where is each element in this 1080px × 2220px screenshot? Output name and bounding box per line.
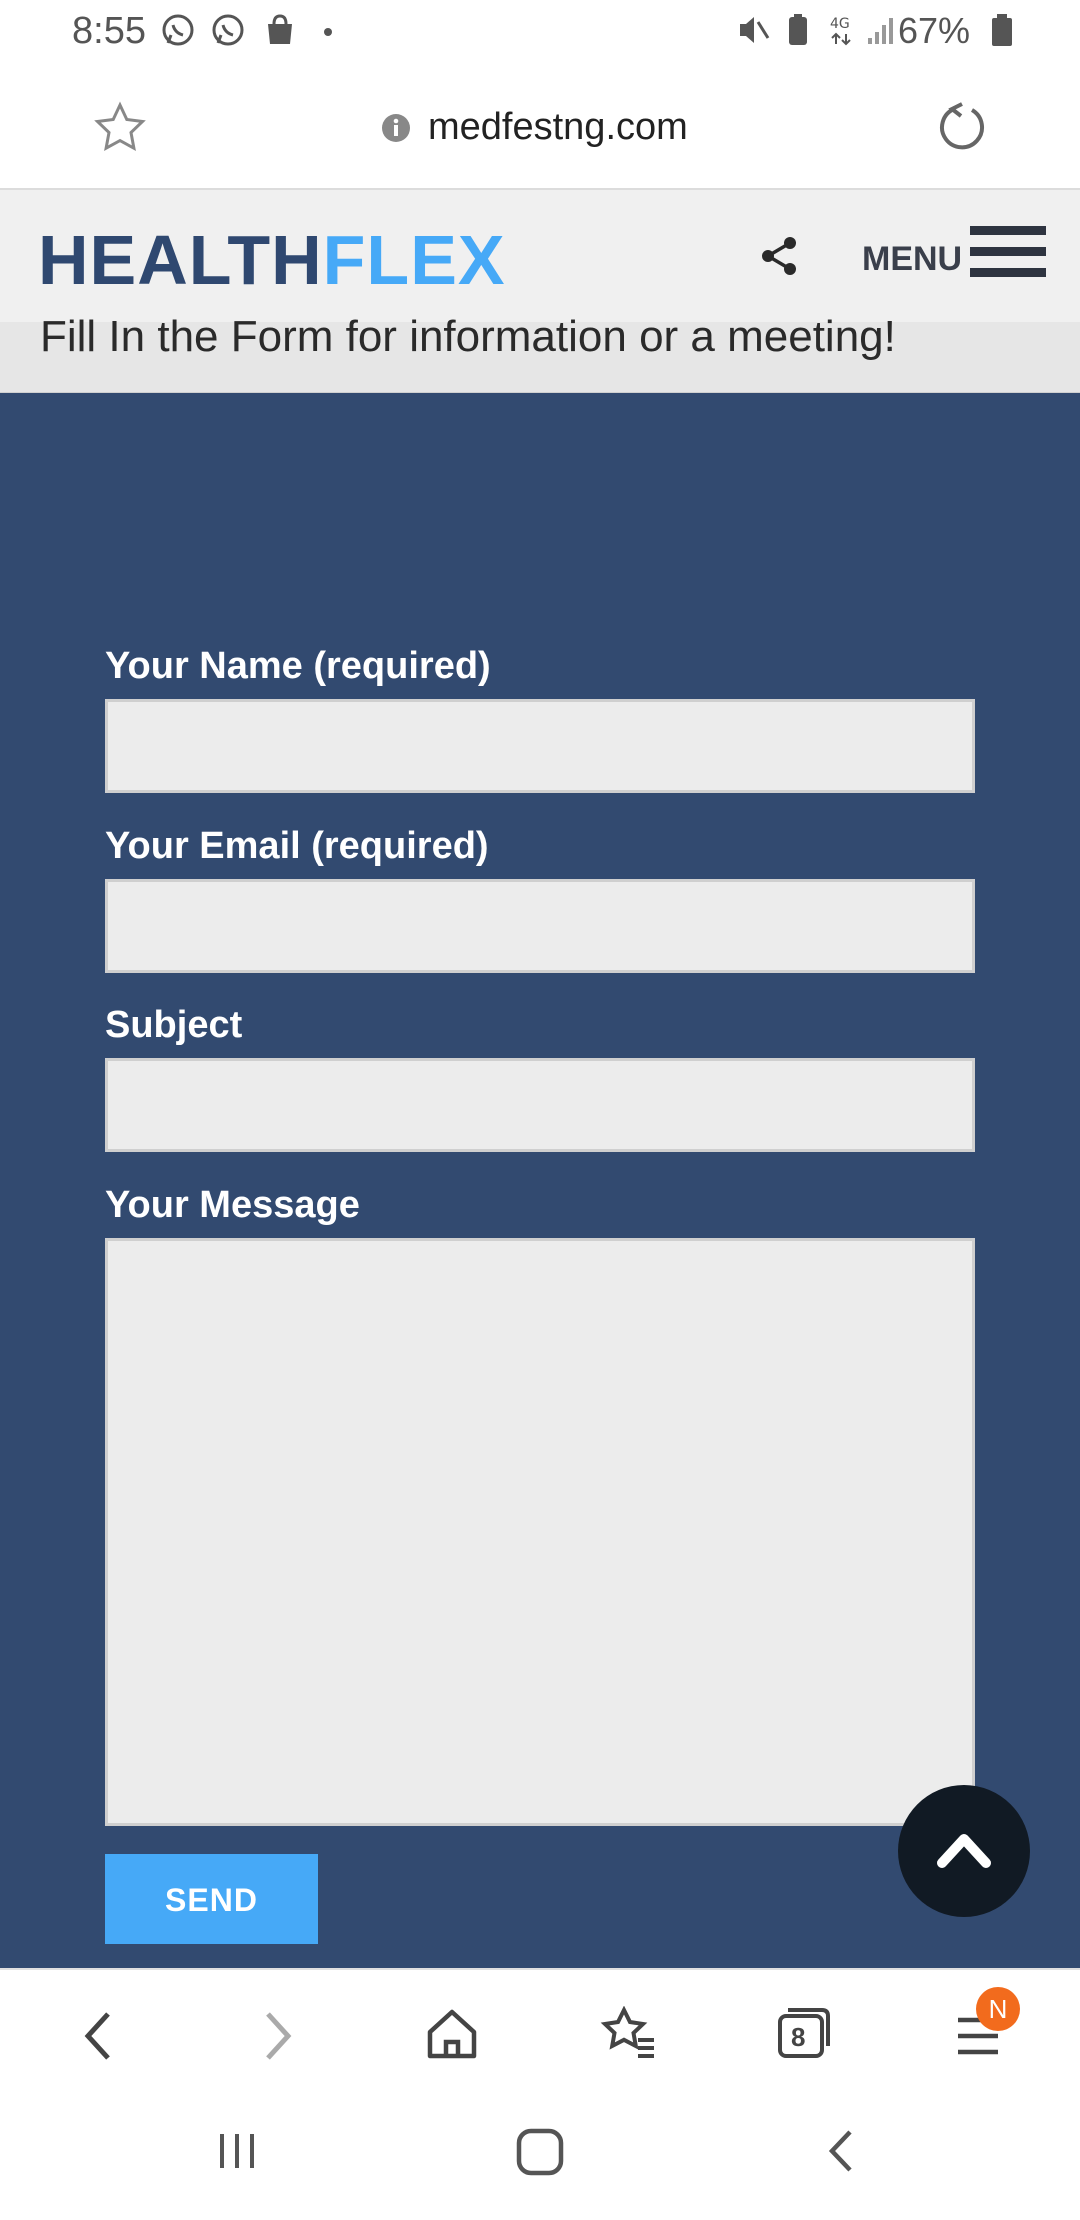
message-textarea[interactable] [105,1238,975,1826]
recent-apps-icon[interactable] [212,2126,262,2176]
logo-part-health: HEALTH [38,221,323,299]
bookmarks-icon[interactable] [598,2006,658,2062]
intro-banner: Fill In the Form for information or a me… [0,312,1080,393]
back-icon[interactable] [74,2008,124,2064]
mute-icon [740,17,770,43]
menu-label[interactable]: MENU [862,240,962,279]
scroll-to-top-button[interactable] [898,1785,1030,1917]
intro-text: Fill In the Form for information or a me… [40,312,896,361]
home-icon[interactable] [424,2006,480,2062]
url-text[interactable]: medfestng.com [428,106,688,149]
svg-text:4G: 4G [830,16,850,32]
hamburger-menu-icon[interactable] [968,222,1048,286]
email-label: Your Email (required) [105,825,489,867]
whatsapp-icon [212,14,244,46]
subject-input[interactable] [105,1058,975,1152]
browser-toolbar: 8 [0,1968,1080,2096]
site-header: HEALTHFLEX MENU [0,190,1080,322]
browser-url-bar: medfestng.com [0,66,1080,191]
home-nav-icon[interactable] [512,2124,568,2180]
battery-icon [992,14,1012,46]
name-label: Your Name (required) [105,645,491,687]
system-nav-bar [0,2094,1080,2220]
tabs-count: 8 [791,2022,806,2052]
dot-icon [324,28,332,36]
logo-part-flex: FLEX [322,221,506,299]
network-4g-icon: 4G [830,16,851,46]
bookmark-star-icon[interactable] [92,100,148,156]
email-input[interactable] [105,879,975,973]
subject-label: Subject [105,1004,243,1046]
healthflex-logo[interactable]: HEALTHFLEX [38,220,506,300]
back-nav-icon[interactable] [820,2126,864,2176]
send-button[interactable]: SEND [105,1854,318,1944]
signal-icon [868,18,893,44]
share-icon[interactable] [758,234,802,278]
site-info-icon[interactable] [380,112,412,144]
status-bar: 8:55 4G 67% [0,0,1080,66]
battery-saver-icon [789,14,807,45]
message-label: Your Message [105,1184,360,1226]
battery-percent: 67% [897,10,970,51]
status-time: 8:55 [72,10,146,52]
reload-icon[interactable] [932,100,988,156]
whatsapp-icon [162,14,194,46]
name-input[interactable] [105,699,975,793]
forward-icon[interactable] [252,2008,302,2064]
shopping-bag-icon [268,14,292,44]
menu-notification-badge: N [976,1987,1020,2031]
chevron-up-icon [937,1834,991,1868]
